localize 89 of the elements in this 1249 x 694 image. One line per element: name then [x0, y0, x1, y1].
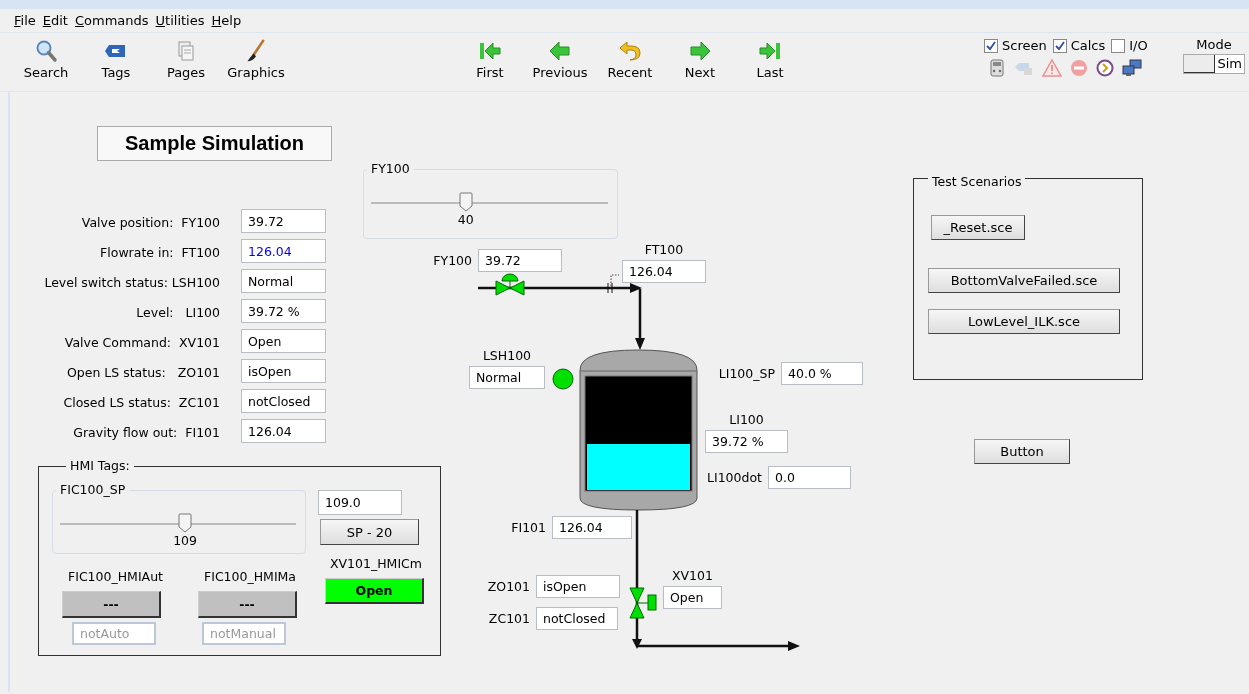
setpoint-field[interactable]: 109.0 — [318, 490, 402, 515]
navigation-button[interactable]: First — [455, 33, 525, 91]
checkbox[interactable] — [1111, 38, 1126, 53]
tag-label: ZC101 — [487, 611, 530, 627]
solenoid-valve-icon — [629, 587, 657, 619]
checkbox-label: Screen — [1002, 38, 1047, 53]
toolbar-button[interactable]: Search — [11, 33, 81, 91]
tag-label: Gravity flow out: FI101 — [72, 425, 220, 441]
panel-title: HMI Tags: — [66, 458, 134, 474]
page-title: Sample Simulation — [97, 126, 332, 161]
value-field: notClosed — [241, 389, 326, 413]
menu-item[interactable]: Edit — [42, 13, 68, 28]
tag-label: FIC100_HMIMa — [204, 569, 297, 585]
right-arrow-icon — [688, 39, 712, 63]
flow-sensor-icon — [607, 274, 620, 294]
status-field: notAuto — [72, 622, 156, 645]
tag-label: XV101_HMICm — [330, 556, 422, 572]
navigation-button[interactable]: Last — [735, 33, 805, 91]
tag-label: Valve position: FY100 — [80, 215, 220, 231]
toolbar-button[interactable]: Pages — [151, 33, 221, 91]
menu-item[interactable]: Commands — [74, 13, 149, 28]
left-arrow-icon — [548, 39, 572, 63]
tag-label: LI100_SP — [717, 366, 775, 382]
value-field: 0.0 — [768, 466, 851, 489]
scenario-button[interactable]: BottomValveFailed.sce — [928, 268, 1120, 293]
tag-label: FT100 — [643, 242, 685, 258]
tag-label: XV101 — [671, 568, 714, 584]
warning-icon — [1042, 59, 1062, 77]
value-field: 126.04 — [552, 516, 632, 539]
checkbox[interactable] — [1052, 38, 1067, 53]
toolbar-button[interactable]: Graphics — [221, 33, 291, 91]
tag-label: FY100 — [432, 253, 472, 269]
mode-toggle[interactable]: Sim — [1183, 54, 1245, 74]
tag-label: Open LS status: ZO101 — [65, 365, 220, 381]
toolbar-button[interactable]: Tags — [81, 33, 151, 91]
tag-label: Level: LI100 — [135, 305, 220, 321]
control-valve-icon — [495, 273, 525, 296]
value-field: 39.72 — [241, 209, 326, 233]
slider-label: FIC100_SP — [56, 482, 130, 498]
slider-value: 40 — [456, 212, 475, 228]
value-field: 39.72 % — [241, 299, 326, 323]
tag-label: Level switch status: LSH100 — [43, 275, 220, 291]
value-field: Open — [241, 329, 326, 353]
open-button[interactable]: Open — [325, 578, 424, 604]
search-icon — [34, 39, 58, 63]
scenario-button[interactable]: _Reset.sce — [931, 215, 1025, 240]
checkbox[interactable] — [984, 38, 998, 53]
value-field: Normal — [241, 269, 326, 293]
mode-label: Mode — [1196, 37, 1232, 52]
sp-button[interactable]: SP - 20 — [320, 519, 419, 545]
value-field: 40.0 % — [781, 362, 863, 385]
checkbox-label: Calcs — [1070, 38, 1106, 53]
status-field: notManual — [202, 622, 286, 645]
value-field: 126.04 — [241, 419, 326, 443]
value-field: Open — [663, 586, 722, 609]
tag-label: FIC100_HMIAut — [68, 569, 163, 585]
generic-button[interactable]: Button — [974, 439, 1070, 464]
tag-label: LSH100 — [481, 348, 533, 364]
menu-item[interactable]: Utilities — [155, 13, 205, 28]
tag-label: LI100 — [728, 412, 765, 428]
value-field: 39.72 — [478, 249, 562, 272]
navigation-button[interactable]: Recent — [595, 33, 665, 91]
value-field: isOpen — [536, 575, 620, 598]
tag-label: FI101 — [510, 520, 546, 536]
menu-item[interactable]: Help — [211, 13, 242, 28]
network-icon — [1122, 59, 1142, 77]
value-field: notClosed — [536, 607, 618, 630]
stop-icon — [1070, 59, 1088, 77]
checkbox-label: I/O — [1129, 38, 1148, 53]
value-field: 39.72 % — [705, 430, 788, 453]
slider-value: 109 — [172, 533, 198, 549]
scenario-button[interactable]: LowLevel_ILK.sce — [928, 309, 1120, 334]
value-field: Normal — [469, 366, 545, 389]
tag-label: ZO101 — [486, 579, 530, 595]
menu-item[interactable]: File — [14, 13, 36, 28]
value-field: isOpen — [241, 359, 326, 383]
slider-thumb[interactable] — [178, 513, 193, 533]
tag-label: Closed LS status: ZC101 — [62, 395, 220, 411]
clock-icon — [1096, 59, 1114, 77]
navigation-button[interactable]: Next — [665, 33, 735, 91]
curved-arrow-icon — [618, 39, 642, 63]
value-field: 126.04 — [622, 260, 706, 283]
tag-label: LI100dot — [706, 470, 762, 486]
tag-label: Flowrate in: FT100 — [99, 245, 220, 261]
navigation-button[interactable]: Previous — [525, 33, 595, 91]
device-icon — [988, 59, 1006, 77]
value-field: 126.04 — [241, 239, 326, 263]
tag-label: Valve Command: XV101 — [63, 335, 220, 351]
slider-thumb[interactable] — [458, 192, 473, 212]
